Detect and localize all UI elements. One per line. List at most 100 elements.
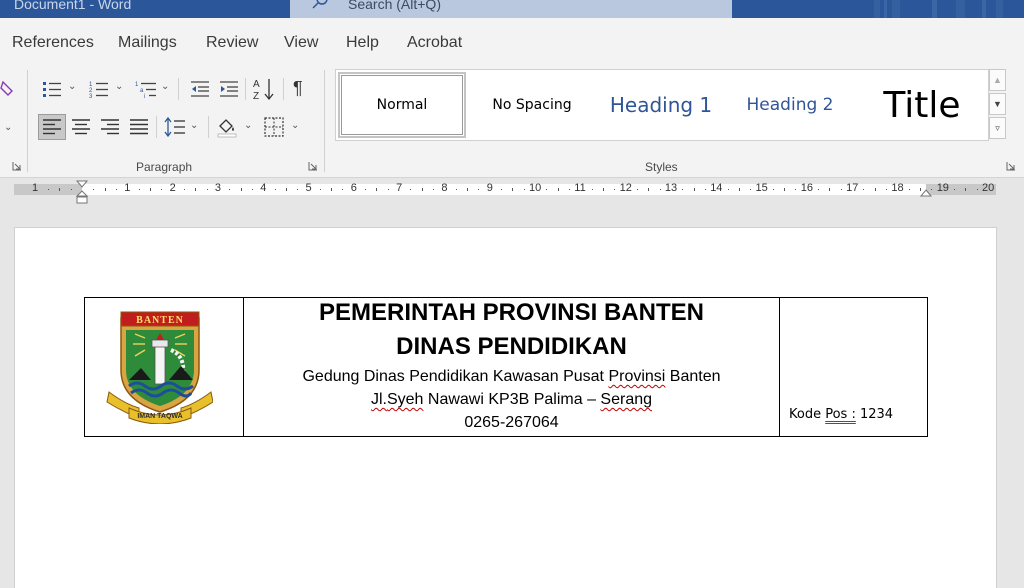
ruler-dot bbox=[297, 189, 299, 190]
bullets-icon[interactable] bbox=[42, 80, 62, 98]
ruler-number: 6 bbox=[350, 182, 357, 194]
ruler-dot bbox=[365, 189, 367, 190]
ruler-tick bbox=[829, 188, 831, 191]
separator bbox=[283, 78, 284, 100]
align-left-icon[interactable] bbox=[43, 119, 61, 135]
ruler-number: 18 bbox=[891, 182, 904, 194]
ruler-tick bbox=[874, 188, 876, 191]
style-heading-1[interactable]: Heading 1 bbox=[596, 70, 726, 140]
numbering-icon[interactable]: 123 bbox=[89, 80, 109, 98]
paragraph-dialog-launcher-icon[interactable] bbox=[308, 161, 318, 171]
ruler-tick bbox=[467, 188, 469, 191]
paragraph-group-label: Paragraph bbox=[136, 160, 193, 174]
ruler-dot bbox=[750, 189, 752, 190]
style-title-label: Title bbox=[883, 84, 961, 126]
spelling-flag-serang[interactable]: Serang bbox=[600, 391, 652, 408]
ruler-dot bbox=[48, 189, 50, 190]
group-separator bbox=[27, 70, 28, 172]
multilevel-dropdown-icon[interactable]: ⌄ bbox=[161, 81, 169, 92]
font-dialog-launcher-icon[interactable] bbox=[12, 161, 22, 171]
spelling-flag-syeh[interactable]: Syeh bbox=[387, 391, 423, 408]
heading-line-1: PEMERINTAH PROVINSI BANTEN bbox=[319, 299, 704, 326]
address-line-2: Jl.Syeh Nawawi KP3B Palima – Serang bbox=[244, 388, 779, 411]
ruler-dot bbox=[410, 189, 412, 190]
indent-marker-icon[interactable] bbox=[76, 180, 88, 206]
shading-icon[interactable] bbox=[216, 116, 238, 138]
tab-acrobat[interactable]: Acrobat bbox=[407, 34, 462, 52]
ruler-dot bbox=[636, 189, 638, 190]
tab-view[interactable]: View bbox=[284, 34, 318, 52]
align-right-icon[interactable] bbox=[101, 119, 119, 135]
ruler-number: 10 bbox=[529, 182, 542, 194]
ruler-number: 2 bbox=[169, 182, 176, 194]
ruler-dot bbox=[206, 189, 208, 190]
ruler-dot bbox=[614, 189, 616, 190]
document-page[interactable]: BANTEN IMAN TAQWA PEMERINTAH PROVINSI BA… bbox=[14, 227, 997, 588]
ruler-tick bbox=[738, 188, 740, 191]
emblem-banner-text: BANTEN bbox=[136, 315, 184, 326]
grammar-flag-pos[interactable]: Pos : bbox=[825, 407, 856, 422]
logo-cell[interactable]: BANTEN IMAN TAQWA bbox=[85, 298, 244, 436]
styles-dialog-launcher-icon[interactable] bbox=[1006, 161, 1016, 171]
style-normal[interactable]: Normal bbox=[338, 72, 466, 138]
ruler-tick bbox=[195, 188, 197, 191]
sort-icon[interactable]: AZ bbox=[253, 77, 275, 101]
ruler-dot bbox=[659, 189, 661, 190]
show-formatting-icon[interactable]: ¶ bbox=[293, 78, 303, 99]
align-center-icon[interactable] bbox=[72, 119, 90, 135]
style-title[interactable]: Title bbox=[856, 70, 988, 140]
header-text-cell[interactable]: PEMERINTAH PROVINSI BANTEN DINAS PENDIDI… bbox=[244, 298, 780, 436]
ruler-dot bbox=[501, 189, 503, 190]
increase-indent-icon[interactable] bbox=[219, 80, 239, 98]
line-spacing-dropdown-icon[interactable]: ⌄ bbox=[190, 120, 198, 131]
ruler-tick bbox=[59, 188, 61, 191]
ruler-bar: 1 1 2 3 4 5 6 7 8 9 10 11 12 13 14 15 16 17 18 19 20 bbox=[14, 182, 996, 195]
decrease-indent-icon[interactable] bbox=[190, 80, 210, 98]
gallery-more-button[interactable]: ▿ bbox=[989, 117, 1006, 139]
ruler-dot bbox=[342, 189, 344, 190]
search-placeholder[interactable]: Search (Alt+Q) bbox=[348, 0, 441, 12]
ruler-dot bbox=[546, 189, 548, 190]
multilevel-list-icon[interactable]: 1ai bbox=[135, 80, 157, 98]
ruler-dot bbox=[954, 189, 956, 190]
shading-dropdown-icon[interactable]: ⌄ bbox=[244, 120, 252, 131]
bullets-dropdown-icon[interactable]: ⌄ bbox=[68, 81, 76, 92]
style-heading-2[interactable]: Heading 2 bbox=[726, 70, 854, 140]
tab-help[interactable]: Help bbox=[346, 34, 379, 52]
styles-group-label: Styles bbox=[645, 160, 678, 174]
ruler-number: 13 bbox=[664, 182, 678, 194]
ruler-number: 17 bbox=[846, 182, 859, 194]
ruler-dot bbox=[591, 189, 593, 190]
ruler-tick bbox=[104, 188, 106, 191]
ruler-tick bbox=[557, 188, 559, 191]
spelling-flag-jl[interactable]: Jl. bbox=[371, 391, 387, 408]
ruler-tick bbox=[149, 188, 151, 191]
ruler-dot bbox=[455, 189, 457, 190]
postal-code-cell[interactable]: Kode Pos : 1234 bbox=[780, 298, 927, 436]
gallery-scroll-up-button[interactable]: ▲ bbox=[989, 69, 1006, 91]
ruler-tick bbox=[602, 188, 604, 191]
document-title: Document1 - Word bbox=[14, 0, 132, 12]
style-no-spacing[interactable]: No Spacing bbox=[468, 70, 596, 140]
style-no-spacing-label: No Spacing bbox=[492, 97, 572, 113]
font-chevron-icon[interactable]: ⌄ bbox=[4, 122, 12, 133]
ruler-tick bbox=[784, 188, 786, 191]
separator bbox=[208, 116, 209, 138]
numbering-dropdown-icon[interactable]: ⌄ bbox=[115, 81, 123, 92]
clear-formatting-icon[interactable] bbox=[0, 80, 18, 98]
horizontal-ruler[interactable]: 1 1 2 3 4 5 6 7 8 9 10 11 12 13 14 15 16 17 18 19 20 bbox=[0, 179, 1024, 206]
style-heading-1-label: Heading 1 bbox=[609, 93, 713, 117]
justify-icon[interactable] bbox=[130, 119, 148, 135]
group-separator bbox=[324, 70, 325, 172]
tab-references[interactable]: References bbox=[12, 34, 94, 52]
borders-icon[interactable] bbox=[264, 117, 284, 137]
tab-mailings[interactable]: Mailings bbox=[118, 34, 177, 52]
gallery-scroll-down-button[interactable]: ▼ bbox=[989, 93, 1006, 115]
borders-dropdown-icon[interactable]: ⌄ bbox=[291, 120, 299, 131]
line-spacing-icon[interactable] bbox=[164, 117, 186, 137]
tab-review[interactable]: Review bbox=[206, 34, 258, 52]
search-box[interactable]: Search (Alt+Q) bbox=[290, 0, 732, 18]
right-indent-marker-icon[interactable] bbox=[920, 189, 932, 199]
spelling-flag-provinsi[interactable]: Provinsi bbox=[608, 368, 665, 385]
address-line-1: Gedung Dinas Pendidikan Kawasan Pusat Pr… bbox=[244, 365, 779, 388]
